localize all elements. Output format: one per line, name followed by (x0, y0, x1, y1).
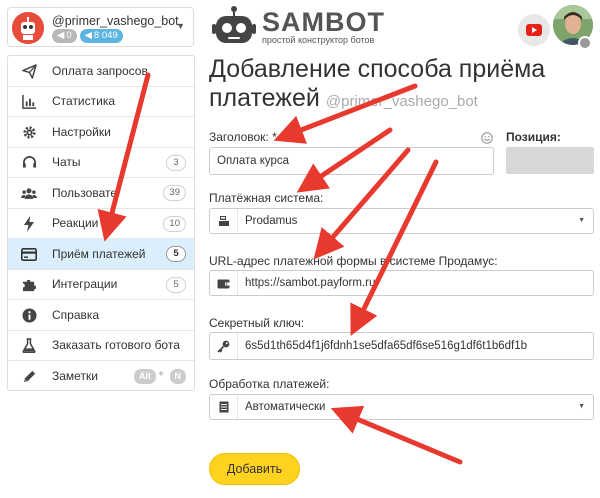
youtube-button[interactable] (518, 14, 550, 46)
users-badge: ◀ 8 049 (79, 29, 123, 43)
wallet-icon (210, 271, 238, 295)
sidebar-item-label: Интеграции (52, 277, 118, 292)
shortcut-key-alt: Alt (134, 369, 156, 384)
url-input[interactable]: https://sambot.payform.ru (209, 270, 594, 296)
bot-name: @primer_vashego_bot (52, 14, 179, 28)
chevron-down-icon: ▼ (578, 217, 585, 224)
sidebar-item-label: Оплата запросов (52, 63, 148, 78)
sidebar-item-label: Справка (52, 307, 100, 322)
sidebar-item-label: Настройки (52, 124, 111, 139)
cash-register-icon (210, 209, 238, 233)
bot-avatar (12, 12, 44, 44)
sidebar-item-payment-requests[interactable]: Оплата запросов (8, 56, 194, 87)
users-icon (21, 185, 37, 201)
robot-logo-icon (212, 5, 256, 47)
shortcut-plus: + (158, 369, 164, 380)
sidebar-item-label: Приём платежей (52, 246, 146, 261)
count-badge: 3 (166, 154, 186, 171)
title-input[interactable]: Оплата курса (209, 147, 494, 175)
flask-icon (21, 338, 37, 354)
user-status-dot (578, 36, 592, 50)
sidebar-item-users[interactable]: Пользовате 39 (8, 178, 194, 209)
count-badge: 10 (163, 215, 186, 232)
bot-selector[interactable]: @primer_vashego_bot ◀ 0 ◀ 8 049 ▼ (7, 7, 194, 47)
sidebar-item-chats[interactable]: Чаты 3 (8, 148, 194, 178)
logo-tagline: простой конструктор ботов (262, 35, 375, 45)
sidebar-item-notes[interactable]: Заметки Alt + N (8, 361, 194, 392)
document-icon (210, 395, 238, 419)
key-icon (210, 333, 238, 359)
sidebar-menu: Оплата запросов Статистика Настройки Чат… (7, 55, 195, 391)
sidebar-item-integrations[interactable]: Интеграции 5 (8, 270, 194, 300)
sambot-logo: SAMBOT (262, 7, 385, 37)
sidebar-item-settings[interactable]: Настройки (8, 117, 194, 148)
add-button[interactable]: Добавить (209, 453, 300, 485)
chevron-down-icon: ▼ (578, 403, 585, 410)
sidebar-item-label: Пользовате (52, 185, 118, 200)
sidebar-item-label: Реакции (52, 216, 99, 231)
gear-icon (21, 124, 37, 140)
sidebar-item-label: Заметки (52, 369, 98, 384)
page-title-bot-tag: @primer_vashego_bot (325, 93, 478, 110)
sidebar-item-help[interactable]: Справка (8, 300, 194, 331)
puzzle-icon (21, 277, 37, 293)
credit-card-icon (21, 246, 37, 262)
youtube-icon (526, 24, 542, 36)
sidebar-item-label: Чаты (52, 155, 81, 170)
shortcut-key-n: N (169, 369, 186, 384)
secret-key-input[interactable]: 6s5d1th65d4f1j6fdnh1se5dfa65df6se516g1df… (209, 332, 594, 360)
info-icon (21, 307, 37, 323)
headset-icon (21, 155, 37, 171)
title-field-label: Заголовок: * (209, 130, 277, 144)
count-badge: 39 (163, 185, 186, 201)
telegram-icon: ◀ (84, 30, 92, 41)
bar-chart-icon (21, 94, 37, 110)
position-input[interactable] (506, 147, 594, 174)
page-title: Добавление способа приёма платежей @prime… (209, 55, 546, 112)
sidebar-item-label: Заказать готового бота (52, 338, 180, 353)
sidebar-item-label: Статистика (52, 94, 116, 109)
sidebar-item-statistics[interactable]: Статистика (8, 87, 194, 117)
lightning-icon (21, 215, 37, 232)
arrow-to-secret-key (350, 159, 439, 336)
sidebar-item-reactions[interactable]: Реакции 10 (8, 209, 194, 239)
telegram-icon: ◀ (57, 30, 65, 41)
count-badge: 5 (166, 276, 186, 293)
payment-system-select[interactable]: Prodamus ▼ (209, 208, 594, 234)
processing-select[interactable]: Автоматически ▼ (209, 394, 594, 420)
position-field-label: Позиция: (506, 130, 561, 144)
secret-key-label: Секретный ключ: (209, 316, 305, 330)
url-field-label: URL-адрес платежной формы в системе Прод… (209, 254, 498, 268)
payment-system-label: Платёжная система: (209, 191, 324, 205)
sidebar-item-payments[interactable]: Приём платежей 5 (8, 239, 194, 270)
processing-label: Обработка платежей: (209, 377, 330, 391)
pencil-icon (21, 368, 37, 384)
subscribers-badge: ◀ 0 (52, 29, 77, 43)
count-badge: 5 (166, 246, 186, 262)
chevron-down-icon[interactable]: ▼ (176, 21, 185, 31)
sidebar-item-order-bot[interactable]: Заказать готового бота (8, 331, 194, 361)
paper-plane-icon (21, 63, 37, 79)
